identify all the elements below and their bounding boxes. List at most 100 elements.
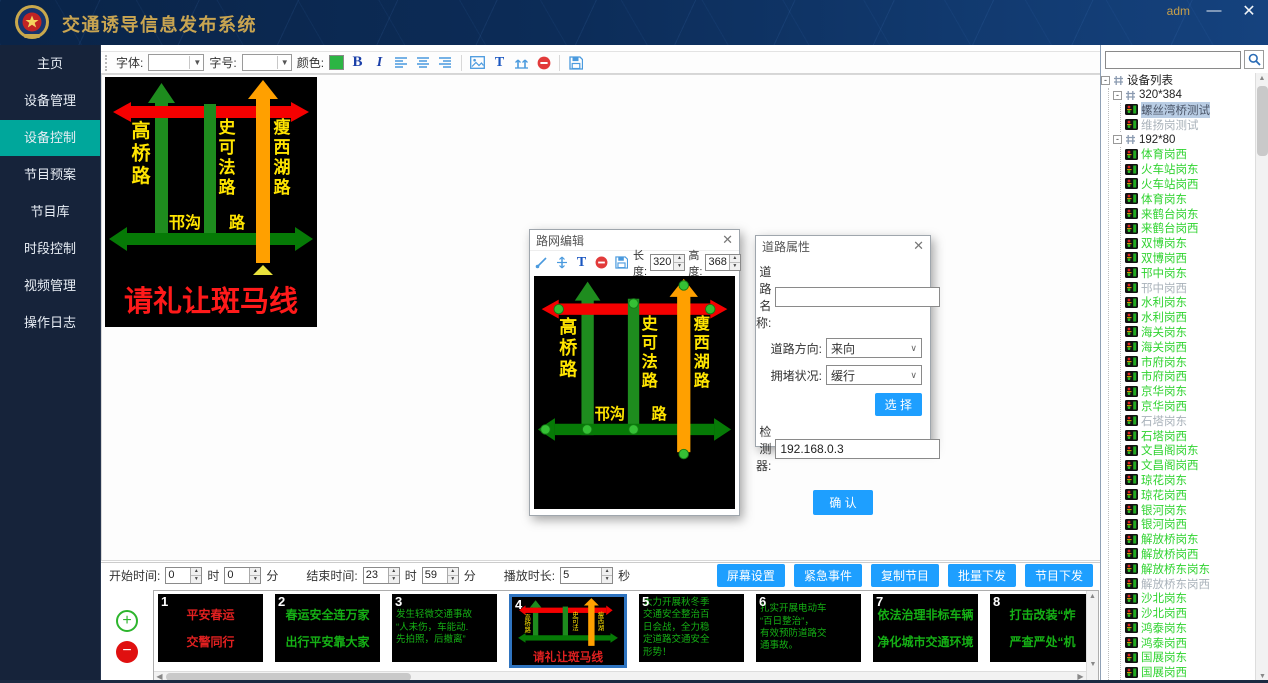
device-item[interactable]: 国展岗西 xyxy=(1125,665,1256,680)
road-props-titlebar[interactable]: 道路属性 ✕ xyxy=(756,236,930,256)
playlist-item-4[interactable]: 高桥路 史可法 瘦西湖 请礼让斑马线 4 xyxy=(509,594,627,668)
action-button-4[interactable]: 节目下发 xyxy=(1025,564,1093,587)
duration-stepper[interactable]: 5▲▼ xyxy=(560,567,613,584)
device-item[interactable]: 解放桥岗西 xyxy=(1125,547,1256,562)
device-item[interactable]: 来鹤台岗西 xyxy=(1125,221,1256,236)
device-item[interactable]: 解放桥东岗西 xyxy=(1125,576,1256,591)
device-item[interactable]: 沙北岗西 xyxy=(1125,606,1256,621)
confirm-button[interactable]: 确 认 xyxy=(813,490,872,515)
led-sign-preview[interactable]: 高桥路 史可法路 瘦西湖路 邗沟 路 请礼让斑马线 xyxy=(105,77,317,327)
italic-button[interactable]: I xyxy=(371,54,388,72)
road-editor-close-icon[interactable]: ✕ xyxy=(722,232,733,248)
device-item[interactable]: 水利岗西 xyxy=(1125,310,1256,325)
sidebar-item-3[interactable]: 节目预案 xyxy=(0,157,100,193)
height-stepper[interactable]: 368▲▼ xyxy=(705,254,740,271)
align-center-icon[interactable] xyxy=(415,54,432,72)
sidebar-item-2[interactable]: 设备控制 xyxy=(0,120,100,156)
sidebar-item-4[interactable]: 节目库 xyxy=(0,194,100,230)
device-item[interactable]: 市府岗西 xyxy=(1125,369,1256,384)
device-item[interactable]: 海关岗西 xyxy=(1125,339,1256,354)
logged-in-user[interactable]: adm xyxy=(1167,4,1190,18)
align-left-icon[interactable] xyxy=(393,54,410,72)
road-name-input[interactable] xyxy=(775,287,940,307)
editor-canvas[interactable]: 高桥路 史可法路 瘦西湖路 邗沟 路 请礼让斑马线 路网编辑 ✕ xyxy=(101,74,1101,561)
device-item[interactable]: 邗中岗西 xyxy=(1125,280,1256,295)
device-item[interactable]: 水利岗东 xyxy=(1125,295,1256,310)
search-button[interactable] xyxy=(1244,50,1264,69)
device-item[interactable]: 国展岗东 xyxy=(1125,650,1256,665)
draw-line-icon[interactable] xyxy=(533,254,550,272)
playlist-vscrollbar[interactable]: ▲▼ xyxy=(1086,591,1098,682)
device-item[interactable]: 螺丝湾桥测试 xyxy=(1125,103,1256,118)
device-item[interactable]: 双博岗西 xyxy=(1125,251,1256,266)
device-item[interactable]: 维扬岗测试 xyxy=(1125,117,1256,132)
playlist-item-3[interactable]: 发生轻微交通事故“人未伤，车能动.先拍照，后撤离”3 xyxy=(392,594,497,662)
device-item[interactable]: 火车站岗东 xyxy=(1125,162,1256,177)
road-network-icon[interactable] xyxy=(513,54,530,72)
congestion-status-select[interactable]: 缓行∨ xyxy=(826,365,922,385)
sidebar-item-5[interactable]: 时段控制 xyxy=(0,231,100,267)
road-direction-select[interactable]: 来向∨ xyxy=(826,338,922,358)
color-swatch[interactable] xyxy=(329,55,344,70)
insert-image-icon[interactable] xyxy=(469,54,486,72)
device-item[interactable]: 市府岗东 xyxy=(1125,354,1256,369)
device-item[interactable]: 文昌阁岗东 xyxy=(1125,443,1256,458)
playlist-item-1[interactable]: 平安春运交警同行1 xyxy=(158,594,263,662)
sidebar-item-7[interactable]: 操作日志 xyxy=(0,305,100,341)
start-hour-stepper[interactable]: 0▲▼ xyxy=(165,567,202,584)
device-item[interactable]: 京华岗东 xyxy=(1125,384,1256,399)
tree-collapse-icon[interactable]: - xyxy=(1101,76,1110,85)
sidebar-item-1[interactable]: 设备管理 xyxy=(0,83,100,119)
device-tree-root[interactable]: -设备列表 xyxy=(1101,73,1256,88)
device-item[interactable]: 体育岗东 xyxy=(1125,191,1256,206)
tree-scrollbar[interactable]: ▲▼ xyxy=(1255,73,1268,683)
playlist-item-6[interactable]: 扎实开展电动车“百日整治”，有效预防道路交通事故。6 xyxy=(756,594,861,662)
device-item[interactable]: 沙北岗东 xyxy=(1125,591,1256,606)
playlist-item-5[interactable]: 大力开展秋冬季交通安全整治百日会战，全力稳定道路交通安全形势！5 xyxy=(639,594,744,662)
device-item[interactable]: 火车站岗西 xyxy=(1125,177,1256,192)
action-button-2[interactable]: 复制节目 xyxy=(871,564,939,587)
font-select[interactable]: ▼ xyxy=(148,54,204,71)
action-button-3[interactable]: 批量下发 xyxy=(948,564,1016,587)
device-item[interactable]: 银河岗东 xyxy=(1125,502,1256,517)
close-icon[interactable]: ✕ xyxy=(1238,1,1260,21)
add-text-icon[interactable]: T xyxy=(573,254,590,272)
save-icon[interactable] xyxy=(567,54,584,72)
device-item[interactable]: 解放桥东岗东 xyxy=(1125,561,1256,576)
device-item[interactable]: 双博岗东 xyxy=(1125,236,1256,251)
device-item[interactable]: 海关岗东 xyxy=(1125,325,1256,340)
start-minute-stepper[interactable]: 0▲▼ xyxy=(224,567,261,584)
device-search-input[interactable] xyxy=(1105,51,1241,69)
tree-collapse-icon[interactable]: - xyxy=(1113,91,1122,100)
delete-icon[interactable] xyxy=(535,54,552,72)
device-item[interactable]: 体育岗西 xyxy=(1125,147,1256,162)
device-item[interactable]: 京华岗西 xyxy=(1125,399,1256,414)
device-item[interactable]: 文昌阁岗西 xyxy=(1125,458,1256,473)
length-stepper[interactable]: 320▲▼ xyxy=(650,254,685,271)
road-props-close-icon[interactable]: ✕ xyxy=(913,238,924,254)
align-right-icon[interactable] xyxy=(437,54,454,72)
device-item[interactable]: 琼花岗东 xyxy=(1125,473,1256,488)
device-item[interactable]: 石塔岗东 xyxy=(1125,413,1256,428)
action-button-0[interactable]: 屏幕设置 xyxy=(717,564,785,587)
action-button-1[interactable]: 紧急事件 xyxy=(794,564,862,587)
device-item[interactable]: 银河岗西 xyxy=(1125,517,1256,532)
remove-program-button[interactable]: − xyxy=(116,641,138,663)
device-group-192*80[interactable]: -192*80 xyxy=(1113,132,1256,147)
device-item[interactable]: 邗中岗东 xyxy=(1125,265,1256,280)
device-item[interactable]: 解放桥岗东 xyxy=(1125,532,1256,547)
add-node-icon[interactable] xyxy=(553,254,570,272)
minimize-icon[interactable]: — xyxy=(1204,2,1224,19)
tree-collapse-icon[interactable]: - xyxy=(1113,135,1122,144)
bold-button[interactable]: B xyxy=(349,54,366,72)
device-item[interactable]: 琼花岗西 xyxy=(1125,487,1256,502)
edit-road-bar-middle[interactable] xyxy=(628,299,639,433)
device-group-320*384[interactable]: -320*384 xyxy=(1113,88,1256,103)
device-item[interactable]: 鸿泰岗东 xyxy=(1125,620,1256,635)
road-network-canvas[interactable]: 高桥路 史可法路 瘦西湖路 邗沟 路 xyxy=(534,276,735,509)
playlist-item-8[interactable]: 打击改装“炸严查严处“机8 xyxy=(990,594,1086,662)
device-item[interactable]: 来鹤台岗东 xyxy=(1125,206,1256,221)
device-item[interactable]: 石塔岗西 xyxy=(1125,428,1256,443)
detector-input[interactable] xyxy=(775,439,940,459)
playlist-item-2[interactable]: 春运安全连万家出行平安靠大家2 xyxy=(275,594,380,662)
